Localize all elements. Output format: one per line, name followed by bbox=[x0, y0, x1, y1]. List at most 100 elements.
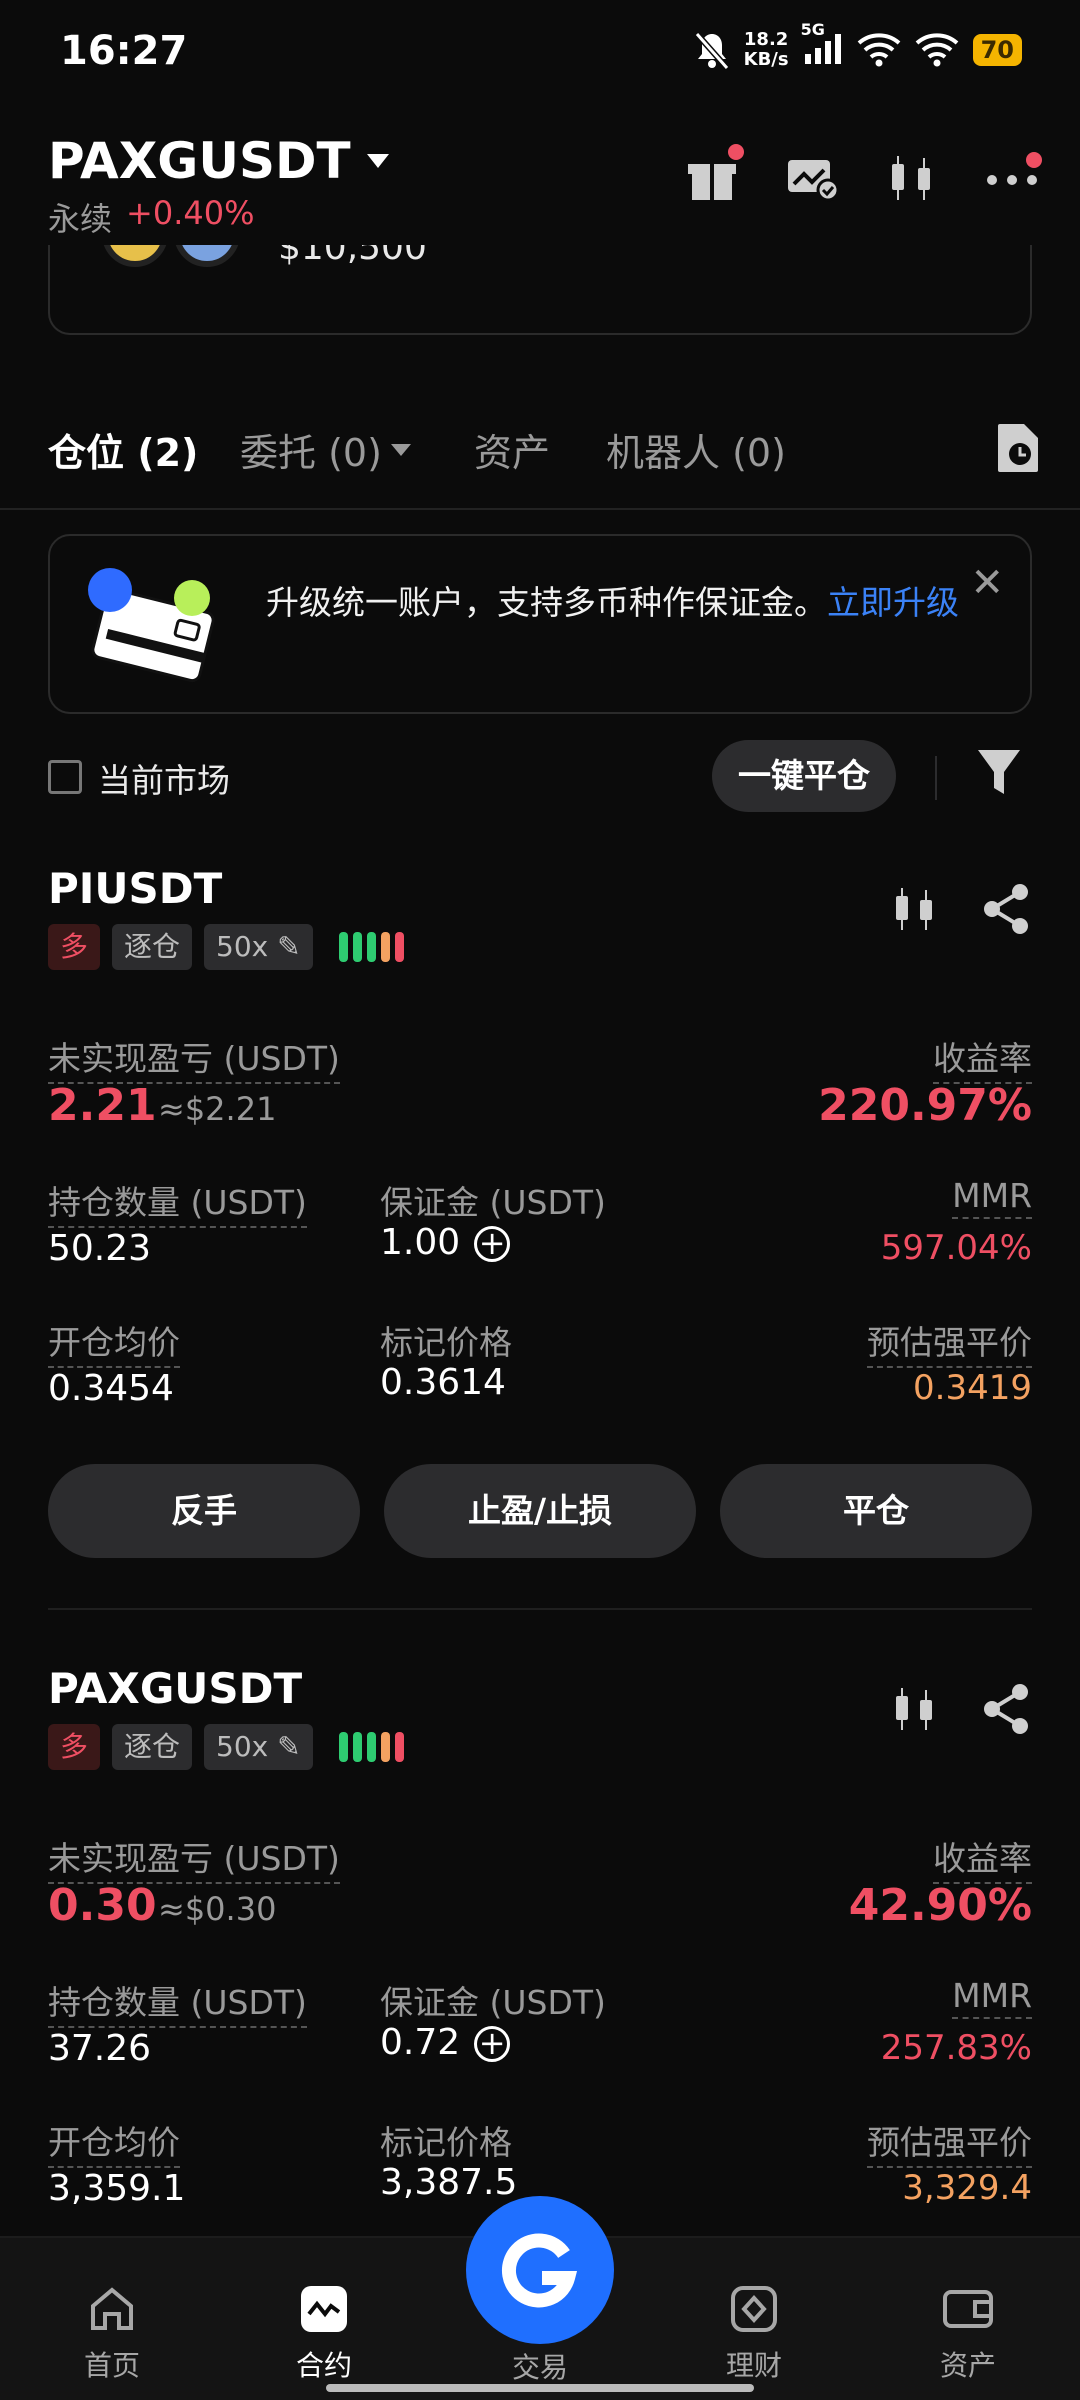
unrealized-pnl-value: 2.21 bbox=[48, 1080, 157, 1131]
size-value: 50.23 bbox=[48, 1228, 152, 1269]
unrealized-pnl-value: 0.30 bbox=[48, 1880, 157, 1931]
wifi-icon-2 bbox=[915, 33, 958, 67]
tab-positions[interactable]: 仓位 (2) bbox=[48, 422, 198, 477]
pair-name: PAXGUSDT bbox=[48, 132, 351, 190]
pair-subtitle: 永续 +0.40% bbox=[48, 194, 254, 240]
edit-icon: ✎ bbox=[277, 930, 301, 963]
status-bar: 16:27 18.2 KB/s 5G 70 bbox=[0, 0, 1080, 110]
tab-bots[interactable]: 机器人 (0) bbox=[606, 422, 786, 477]
close-icon[interactable]: ✕ bbox=[970, 560, 1004, 606]
position-tabs: 仓位 (2) 委托 (0) 资产 机器人 (0) bbox=[0, 410, 1080, 510]
mark-price-value: 0.3614 bbox=[380, 1362, 506, 1403]
promo-card[interactable]: $10,500 bbox=[48, 245, 1032, 335]
liq-price-label[interactable]: 预估强平价 bbox=[867, 2116, 1032, 2168]
gift-icon[interactable] bbox=[684, 144, 744, 206]
wallet-illustration-icon bbox=[88, 568, 215, 683]
battery-indicator: 70 bbox=[972, 34, 1022, 66]
risk-meter bbox=[338, 932, 404, 962]
coin-icon bbox=[102, 245, 168, 267]
position-card: PAXGUSDT 多 逐仓 50x ✎ 未实现盈亏 (USDT) 0.30 ≈$… bbox=[48, 1664, 1032, 2224]
close-position-button[interactable]: 平仓 bbox=[720, 1464, 1032, 1558]
promo-amount: $10,500 bbox=[278, 245, 427, 268]
position-symbol[interactable]: PAXGUSDT bbox=[48, 1664, 302, 1713]
network-speed: 18.2 KB/s bbox=[743, 29, 789, 70]
share-icon[interactable] bbox=[982, 1682, 1032, 1736]
candlestick-icon[interactable] bbox=[890, 882, 940, 936]
trade-icon bbox=[501, 2233, 578, 2308]
position-actions bbox=[890, 1682, 1032, 1736]
nav-futures[interactable]: 合约 bbox=[244, 2238, 404, 2384]
unrealized-pnl-usd: ≈$0.30 bbox=[158, 1890, 277, 1928]
current-market-label: 当前市场 bbox=[98, 761, 230, 800]
margin-value: 0.72 + bbox=[380, 2022, 511, 2063]
margin-mode-badge: 逐仓 bbox=[112, 1724, 193, 1770]
position-card: PIUSDT 多 逐仓 50x ✎ 未实现盈亏 (USDT) 2.21 ≈$2.… bbox=[48, 864, 1032, 1564]
home-indicator[interactable] bbox=[326, 2384, 754, 2392]
leverage-badge[interactable]: 50x ✎ bbox=[204, 1724, 313, 1770]
wallet-icon bbox=[943, 2290, 993, 2328]
candlestick-icon[interactable] bbox=[890, 1682, 940, 1736]
mmr-value: 257.83% bbox=[880, 2028, 1032, 2068]
history-icon[interactable] bbox=[996, 422, 1040, 478]
upgrade-link[interactable]: 立即升级 bbox=[827, 583, 959, 622]
trade-button[interactable] bbox=[466, 2196, 614, 2344]
entry-price-label[interactable]: 开仓均价 bbox=[48, 2116, 180, 2168]
margin-value: 1.00 + bbox=[380, 1222, 511, 1263]
price-change: +0.40% bbox=[126, 194, 255, 232]
roe-value: 42.90% bbox=[848, 1880, 1032, 1931]
position-divider bbox=[48, 1608, 1032, 1610]
position-symbol[interactable]: PIUSDT bbox=[48, 864, 222, 913]
position-actions bbox=[890, 882, 1032, 936]
reverse-button[interactable]: 反手 bbox=[48, 1464, 360, 1558]
roe-label[interactable]: 收益率 bbox=[933, 1832, 1032, 1884]
filter-icon[interactable] bbox=[976, 748, 1022, 802]
upgrade-notice: 升级统一账户，支持多币种作保证金。立即升级 ✕ bbox=[48, 534, 1032, 714]
mark-price-value: 3,387.5 bbox=[380, 2162, 518, 2203]
mmr-label[interactable]: MMR bbox=[952, 1176, 1032, 1219]
entry-price-label[interactable]: 开仓均价 bbox=[48, 1316, 180, 1368]
add-margin-icon[interactable]: + bbox=[474, 2026, 511, 2062]
candlestick-icon[interactable] bbox=[884, 150, 940, 206]
liq-price-value: 3,329.4 bbox=[902, 2168, 1032, 2208]
entry-price-value: 0.3454 bbox=[48, 1368, 174, 1409]
position-tags: 多 逐仓 50x ✎ bbox=[48, 1724, 404, 1770]
divider bbox=[935, 756, 937, 800]
earn-icon bbox=[731, 2286, 777, 2332]
more-icon[interactable] bbox=[984, 150, 1042, 206]
position-tags: 多 逐仓 50x ✎ bbox=[48, 924, 404, 970]
mute-bell-icon bbox=[694, 32, 729, 70]
tpsl-button[interactable]: 止盈/止损 bbox=[384, 1464, 696, 1558]
wifi-icon bbox=[857, 33, 900, 67]
header: PAXGUSDT 永续 +0.40% bbox=[0, 120, 1080, 240]
entry-price-value: 3,359.1 bbox=[48, 2168, 186, 2209]
unrealized-pnl-label[interactable]: 未实现盈亏 (USDT) bbox=[48, 1032, 340, 1084]
tab-assets[interactable]: 资产 bbox=[474, 422, 550, 477]
pair-selector[interactable]: PAXGUSDT bbox=[48, 132, 391, 190]
share-icon[interactable] bbox=[982, 882, 1032, 936]
status-time: 16:27 bbox=[60, 28, 188, 74]
tab-orders[interactable]: 委托 (0) bbox=[240, 422, 412, 477]
edit-icon: ✎ bbox=[277, 1730, 301, 1763]
mark-price-label: 标记价格 bbox=[380, 2123, 512, 2162]
size-value: 37.26 bbox=[48, 2028, 152, 2069]
roe-label[interactable]: 收益率 bbox=[933, 1032, 1032, 1084]
add-margin-icon[interactable]: + bbox=[474, 1226, 511, 1262]
close-all-button[interactable]: 一键平仓 bbox=[712, 740, 896, 812]
nav-assets[interactable]: 资产 bbox=[888, 2238, 1048, 2384]
position-action-buttons: 反手 止盈/止损 平仓 bbox=[48, 1464, 1032, 1558]
chart-settings-icon[interactable] bbox=[784, 150, 840, 206]
notice-text: 升级统一账户，支持多币种作保证金。立即升级 bbox=[266, 583, 959, 622]
mmr-value: 597.04% bbox=[880, 1228, 1032, 1268]
caret-down-icon bbox=[390, 443, 411, 456]
size-label[interactable]: 持仓数量 (USDT) bbox=[48, 1976, 307, 2028]
home-icon bbox=[91, 2287, 133, 2330]
liq-price-label[interactable]: 预估强平价 bbox=[867, 1316, 1032, 1368]
nav-home[interactable]: 首页 bbox=[32, 2238, 192, 2384]
leverage-badge[interactable]: 50x ✎ bbox=[204, 924, 313, 970]
mmr-label[interactable]: MMR bbox=[952, 1976, 1032, 2019]
current-market-checkbox[interactable] bbox=[48, 760, 82, 794]
nav-earn[interactable]: 理财 bbox=[674, 2238, 834, 2384]
unrealized-pnl-label[interactable]: 未实现盈亏 (USDT) bbox=[48, 1832, 340, 1884]
size-label[interactable]: 持仓数量 (USDT) bbox=[48, 1176, 307, 1228]
side-badge: 多 bbox=[48, 924, 101, 970]
